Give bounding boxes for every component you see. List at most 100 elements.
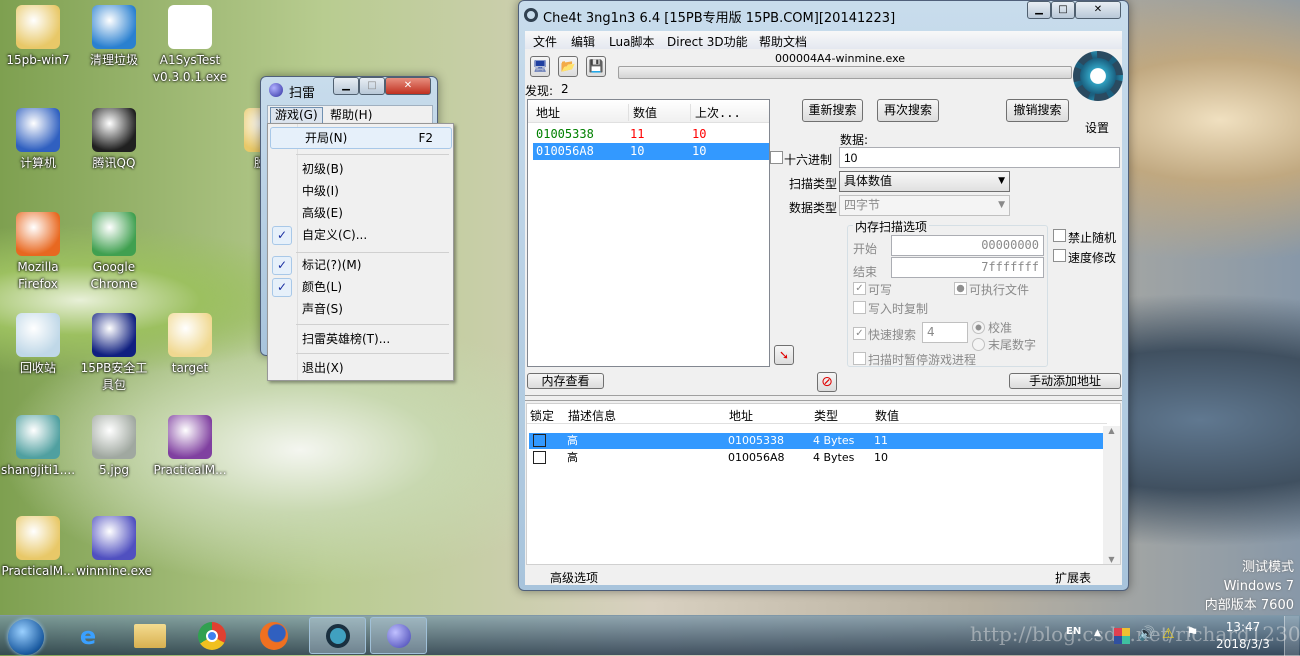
close-button[interactable]: ✕ [1075, 1, 1121, 19]
active-checkbox[interactable] [533, 434, 546, 447]
maximize-button[interactable]: □ [359, 77, 385, 95]
taskbar-cheat-engine[interactable] [309, 617, 366, 654]
volume-icon[interactable]: 🔊 [1138, 626, 1155, 642]
start-address-input[interactable]: 00000000 [891, 235, 1044, 256]
desktop-icon[interactable]: winmine.exe [76, 516, 152, 580]
col-active[interactable]: 锁定 [530, 407, 554, 424]
stop-address-input[interactable]: 7fffffff [891, 257, 1044, 278]
new-scan-button[interactable]: 重新搜索 [802, 99, 863, 122]
desktop-icon[interactable]: 计算机 [0, 108, 76, 172]
action-center-flag-icon[interactable]: ⚑ [1186, 625, 1199, 641]
menu-help[interactable]: 帮助文档 [759, 33, 807, 50]
desktop-icon[interactable]: A1SysTest v0.3.0.1.exe [152, 5, 228, 86]
hex-checkbox[interactable] [770, 151, 783, 164]
maximize-button[interactable]: □ [1051, 1, 1075, 19]
minimize-button[interactable]: ▁ [1027, 1, 1051, 19]
open-process-button[interactable]: 🖥 [530, 56, 550, 77]
desktop-icon[interactable]: 5.jpg [76, 415, 152, 479]
scan-type-select[interactable]: 具体数值 ▼ [839, 171, 1010, 192]
taskbar-firefox-icon[interactable] [260, 622, 288, 650]
menu-item[interactable]: 退出(X) [268, 358, 452, 378]
desktop-icon[interactable]: target [152, 313, 228, 377]
menu-item[interactable]: 声音(S) [268, 299, 452, 319]
add-address-manually-button[interactable]: 手动添加地址 [1009, 373, 1121, 389]
menu-help[interactable]: 帮助(H) [330, 108, 372, 123]
settings-label[interactable]: 设置 [1085, 119, 1109, 136]
menu-edit[interactable]: 编辑 [571, 33, 595, 50]
result-row[interactable]: 01005338 11 10 [533, 126, 769, 143]
desktop-icon[interactable]: 15PB安全工具包 [76, 313, 152, 394]
table-extras-button[interactable]: 扩展表 [1055, 569, 1091, 586]
desktop-icon[interactable]: PracticalM... [152, 415, 228, 479]
address-row[interactable]: 高 01005338 4 Bytes 11 [529, 433, 1103, 449]
col-value[interactable]: 数值 [628, 104, 657, 121]
menu-file[interactable]: 文件 [533, 33, 557, 50]
col-previous[interactable]: 上次... [690, 104, 741, 121]
desktop-icon[interactable]: 腾讯QQ [76, 108, 152, 172]
menu-item[interactable]: 开局(N) F2 [270, 127, 452, 149]
desktop-icon[interactable]: Mozilla Firefox [0, 212, 76, 293]
copy-on-write-checkbox[interactable] [853, 301, 866, 314]
tray-app-icon[interactable] [1114, 628, 1130, 644]
show-desktop-button[interactable] [1284, 616, 1299, 656]
col-address[interactable]: 地址 [536, 104, 560, 121]
show-hidden-icons-arrow[interactable]: ▲ [1094, 628, 1101, 638]
menu-item[interactable]: 初级(B) [268, 159, 452, 179]
desktop-icon[interactable]: shangjiti1.... [0, 415, 76, 479]
last-digits-radio[interactable] [972, 338, 985, 351]
scan-results-list[interactable]: 地址 数值 上次... 01005338 11 10 010056A8 10 10 [527, 99, 770, 367]
open-file-button[interactable]: 📂 [558, 56, 578, 77]
scroll-down-arrow-icon[interactable]: ▼ [1103, 555, 1120, 564]
desktop-icon[interactable]: PracticalM... [0, 516, 76, 580]
menu-item[interactable]: ✓ 颜色(L) [268, 277, 452, 297]
address-row[interactable]: 高 010056A8 4 Bytes 10 [529, 450, 1103, 466]
splitter-handle[interactable] [525, 395, 1122, 401]
menu-item[interactable]: 中级(I) [268, 181, 452, 201]
menu-item[interactable]: 高级(E) [268, 203, 452, 223]
col-address[interactable]: 地址 [729, 407, 753, 424]
desktop-icon[interactable]: 回收站 [0, 313, 76, 377]
menu-item[interactable]: ✓ 标记(?)(M) [268, 255, 452, 275]
pause-checkbox[interactable] [853, 352, 866, 365]
minimize-button[interactable]: ▁ [333, 77, 359, 95]
writable-checkbox[interactable]: ✓ [853, 282, 866, 295]
add-to-list-arrow-button[interactable]: ➘ [774, 345, 794, 365]
language-indicator[interactable]: EN [1066, 626, 1081, 637]
fast-scan-input[interactable]: 4 [922, 322, 968, 343]
next-scan-button[interactable]: 再次搜索 [877, 99, 939, 122]
cheat-engine-logo[interactable] [1073, 51, 1123, 101]
value-input[interactable] [839, 147, 1120, 168]
vertical-scrollbar[interactable]: ▲ ▼ [1103, 426, 1120, 564]
memory-view-button[interactable]: 内存查看 [527, 373, 604, 389]
executable-checkbox[interactable] [954, 282, 967, 295]
disable-random-checkbox[interactable] [1053, 229, 1066, 242]
menu-d3d[interactable]: Direct 3D功能 [667, 33, 748, 50]
fast-scan-checkbox[interactable]: ✓ [853, 327, 866, 340]
taskbar-minesweeper[interactable] [370, 617, 427, 654]
desktop-icon[interactable]: 15pb-win7 [0, 5, 76, 69]
speedhack-checkbox[interactable] [1053, 249, 1066, 262]
active-checkbox[interactable] [533, 451, 546, 464]
advanced-options-button[interactable]: 高级选项 [550, 569, 598, 586]
col-description[interactable]: 描述信息 [568, 407, 616, 424]
menu-lua[interactable]: Lua脚本 [609, 33, 654, 50]
network-warning-icon[interactable]: ⚠ [1162, 626, 1175, 642]
desktop-icon[interactable]: Google Chrome [76, 212, 152, 293]
menu-item[interactable]: 扫雷英雄榜(T)... [268, 329, 452, 349]
save-button[interactable]: 💾 [586, 56, 606, 77]
close-button[interactable]: ✕ [385, 77, 431, 95]
col-type[interactable]: 类型 [814, 407, 838, 424]
start-button[interactable] [8, 619, 44, 655]
alignment-radio[interactable] [972, 321, 985, 334]
taskbar-ie-icon[interactable]: e [72, 622, 104, 650]
taskbar-chrome-icon[interactable] [198, 622, 226, 650]
taskbar-explorer-icon[interactable] [134, 624, 166, 648]
result-row[interactable]: 010056A8 10 10 [533, 143, 769, 160]
menu-item[interactable]: ✓ 自定义(C)... [268, 225, 452, 245]
desktop-icon[interactable]: 清理垃圾 [76, 5, 152, 69]
col-value[interactable]: 数值 [875, 407, 899, 424]
menu-game[interactable]: 游戏(G) [270, 107, 323, 124]
clear-list-button[interactable]: ⊘ [817, 372, 837, 392]
clock[interactable]: 13:47 2018/3/3 [1212, 619, 1274, 653]
undo-scan-button[interactable]: 撤销搜索 [1006, 99, 1069, 122]
